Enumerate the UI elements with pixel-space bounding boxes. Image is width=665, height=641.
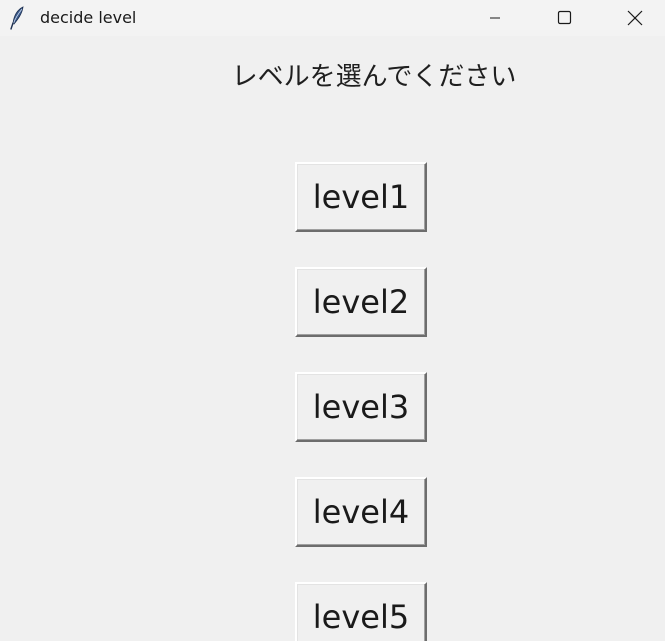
title-bar[interactable]: decide level: [0, 0, 665, 36]
maximize-button[interactable]: [535, 0, 595, 36]
level4-button[interactable]: level4: [295, 477, 427, 547]
main-content: レベルを選んでください level1 level2 level3 level4 …: [0, 36, 665, 641]
level1-button[interactable]: level1: [295, 162, 427, 232]
minimize-button[interactable]: [465, 0, 525, 36]
level3-button[interactable]: level3: [295, 372, 427, 442]
minimize-icon: [490, 17, 500, 19]
close-icon: [627, 10, 643, 26]
window-title: decide level: [40, 8, 137, 27]
prompt-label: レベルを選んでください: [231, 62, 517, 92]
feather-icon: [9, 6, 27, 30]
level5-button[interactable]: level5: [295, 582, 427, 641]
app-window: decide level レベルを選んでください level1 level2 l…: [0, 0, 665, 641]
level2-button[interactable]: level2: [295, 267, 427, 337]
close-button[interactable]: [605, 0, 665, 36]
maximize-icon: [557, 10, 572, 25]
